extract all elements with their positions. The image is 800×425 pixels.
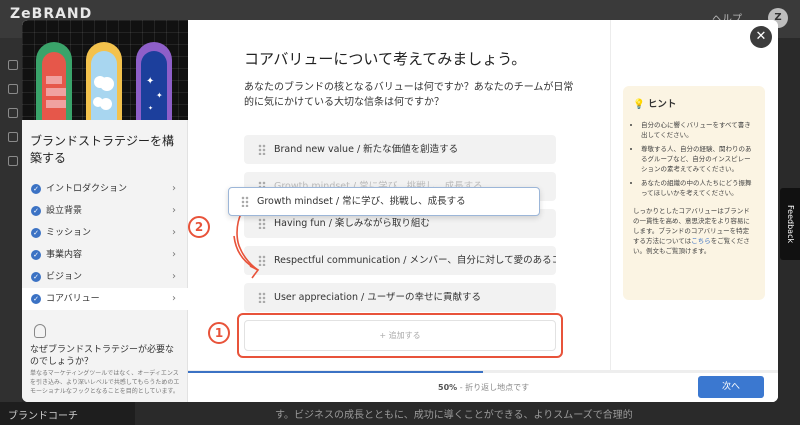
lightbulb-icon: 💡 bbox=[633, 99, 645, 110]
sidebar-item-label: 設立背景 bbox=[46, 206, 83, 216]
check-icon: ✓ bbox=[31, 228, 41, 238]
value-item[interactable]: User appreciation / ユーザーの幸せに貢献する bbox=[244, 283, 556, 312]
chevron-right-icon: › bbox=[172, 183, 176, 194]
hero-illustration: ✦ ✦ ✦ bbox=[22, 20, 188, 120]
check-icon: ✓ bbox=[31, 206, 41, 216]
check-icon: ✓ bbox=[31, 184, 41, 194]
chevron-right-icon: › bbox=[172, 293, 176, 304]
chevron-right-icon: › bbox=[172, 249, 176, 260]
drag-handle-icon[interactable] bbox=[258, 144, 266, 155]
sidebar-title: ブランドストラテジーを構築する bbox=[30, 134, 175, 165]
value-text: Having fun / 楽しみながら取り組む bbox=[274, 218, 430, 229]
dragging-value-item[interactable]: Growth mindset / 常に学び、挑戦し、成長する bbox=[228, 187, 540, 216]
tip-bullets: 自分の心に響くバリューをすべて書き出してください。 尊敬する人、自分の経験、関わ… bbox=[633, 120, 755, 198]
tools-icon[interactable] bbox=[8, 108, 18, 118]
close-icon[interactable]: ✕ bbox=[750, 26, 772, 48]
sidebar-item[interactable]: ✓ ミッション › bbox=[22, 222, 188, 244]
value-text: User appreciation / ユーザーの幸せに貢献する bbox=[274, 292, 482, 303]
progress-text: 50% - 折り返し地点です bbox=[438, 383, 530, 392]
progress-footer: 50% - 折り返し地点です 次へ bbox=[188, 370, 778, 402]
left-rail bbox=[0, 38, 22, 425]
check-icon: ✓ bbox=[31, 250, 41, 260]
help-question: なぜブランドストラテジーが必要なのでしょうか？ bbox=[30, 345, 175, 367]
grid-icon[interactable] bbox=[8, 132, 18, 142]
sidebar-item[interactable]: ✓ イントロダクション › bbox=[22, 178, 188, 200]
sidebar-item-label: ビジョン bbox=[46, 272, 83, 282]
brand-coach-bar[interactable]: ブランドコーチ bbox=[0, 402, 135, 425]
chart-icon[interactable] bbox=[8, 84, 18, 94]
tip-bullet: あなたの組織の中の人たちにどう振舞ってほしいかを考えてください。 bbox=[641, 178, 755, 198]
next-button[interactable]: 次へ bbox=[698, 376, 764, 398]
home-icon[interactable] bbox=[8, 60, 18, 70]
chevron-right-icon: › bbox=[172, 205, 176, 216]
sidebar-nav: ✓ イントロダクション › ✓ 設立背景 › ✓ ミッション › ✓ 事業内容 › ✓ ビジョン › ✓ コアバ… bbox=[22, 178, 188, 310]
sidebar-item[interactable]: ✓ 事業内容 › bbox=[22, 244, 188, 266]
sidebar-item[interactable]: ✓ コアバリュー › bbox=[22, 288, 188, 310]
chevron-right-icon: › bbox=[172, 227, 176, 238]
arches-illustration: ✦ ✦ ✦ bbox=[36, 42, 172, 120]
tip-bullet: 尊敬する人、自分の経験、関わりのあるグループなど、自分のインスピレーションの素考… bbox=[641, 144, 755, 174]
tip-card: 💡ヒント 自分の心に響くバリューをすべて書き出してください。 尊敬する人、自分の… bbox=[623, 86, 765, 300]
svg-text:✦: ✦ bbox=[148, 105, 153, 112]
core-value-modal: ✦ ✦ ✦ ブランドストラテジーを構築する ✓ イントロダクション › ✓ 設立背景 › ✓… bbox=[22, 20, 778, 402]
sidebar-item-label: 事業内容 bbox=[46, 250, 83, 260]
page-title: コアバリューについて考えてみましょう。 bbox=[244, 50, 527, 68]
background-text: す。ビジネスの成長とともに、成功に導くことができる、よりスムーズで合理的 bbox=[275, 410, 633, 421]
progress-track bbox=[188, 371, 778, 373]
tip-heading: 💡 ヒント bbox=[633, 99, 677, 110]
shield-icon bbox=[34, 324, 46, 338]
tip-footer: しっかりとしたコアバリューはブランドの一貫性を高め、意思決定をより容易にします。… bbox=[633, 207, 750, 255]
sidebar-item-label: イントロダクション bbox=[46, 184, 128, 194]
highlight-box bbox=[237, 313, 563, 358]
sidebar-item[interactable]: ✓ 設立背景 › bbox=[22, 200, 188, 222]
value-list: Brand new value / 新たな価値を創造する Growth mind… bbox=[244, 135, 556, 320]
tip-link[interactable]: こちら bbox=[691, 237, 711, 245]
sidebar-item-label: ミッション bbox=[46, 228, 92, 238]
doc-icon[interactable] bbox=[8, 156, 18, 166]
svg-text:✦: ✦ bbox=[146, 76, 154, 87]
progress-fill bbox=[188, 371, 483, 373]
value-text: Brand new value / 新たな価値を創造する bbox=[274, 144, 459, 155]
sidebar-item-label: コアバリュー bbox=[46, 294, 100, 304]
dragging-value-text: Growth mindset / 常に学び、挑戦し、成長する bbox=[257, 196, 466, 207]
sidebar-item[interactable]: ✓ ビジョン › bbox=[22, 266, 188, 288]
value-text: Respectful communication / メンバー、自分に対して愛の… bbox=[274, 255, 556, 266]
check-icon: ✓ bbox=[31, 272, 41, 282]
page-description: あなたのブランドの核となるバリューは何ですか？あなたのチームが日常的に気にかけて… bbox=[244, 82, 574, 108]
chevron-right-icon: › bbox=[172, 271, 176, 282]
tip-bullet: 自分の心に響くバリューをすべて書き出してください。 bbox=[641, 120, 755, 140]
drag-handle-icon[interactable] bbox=[258, 292, 266, 303]
annotation-badge-1: 1 bbox=[208, 322, 230, 344]
help-description: 単なるマーケティングツールではなく、オーディエンスを引き込み、より深いレベルで共… bbox=[30, 370, 180, 395]
value-item[interactable]: Brand new value / 新たな価値を創造する bbox=[244, 135, 556, 164]
coach-label: ブランドコーチ bbox=[8, 411, 78, 422]
drag-handle-icon[interactable] bbox=[241, 196, 249, 207]
check-icon: ✓ bbox=[31, 294, 41, 304]
annotation-badge-2: 2 bbox=[188, 216, 210, 238]
feedback-tab[interactable]: Feedback bbox=[780, 188, 800, 260]
tips-panel: 💡ヒント 自分の心に響くバリューをすべて書き出してください。 尊敬する人、自分の… bbox=[610, 20, 778, 402]
strategy-sidebar: ✦ ✦ ✦ ブランドストラテジーを構築する ✓ イントロダクション › ✓ 設立背景 › ✓… bbox=[22, 20, 188, 402]
svg-text:✦: ✦ bbox=[156, 91, 163, 100]
value-item[interactable]: Respectful communication / メンバー、自分に対して愛の… bbox=[244, 246, 556, 275]
